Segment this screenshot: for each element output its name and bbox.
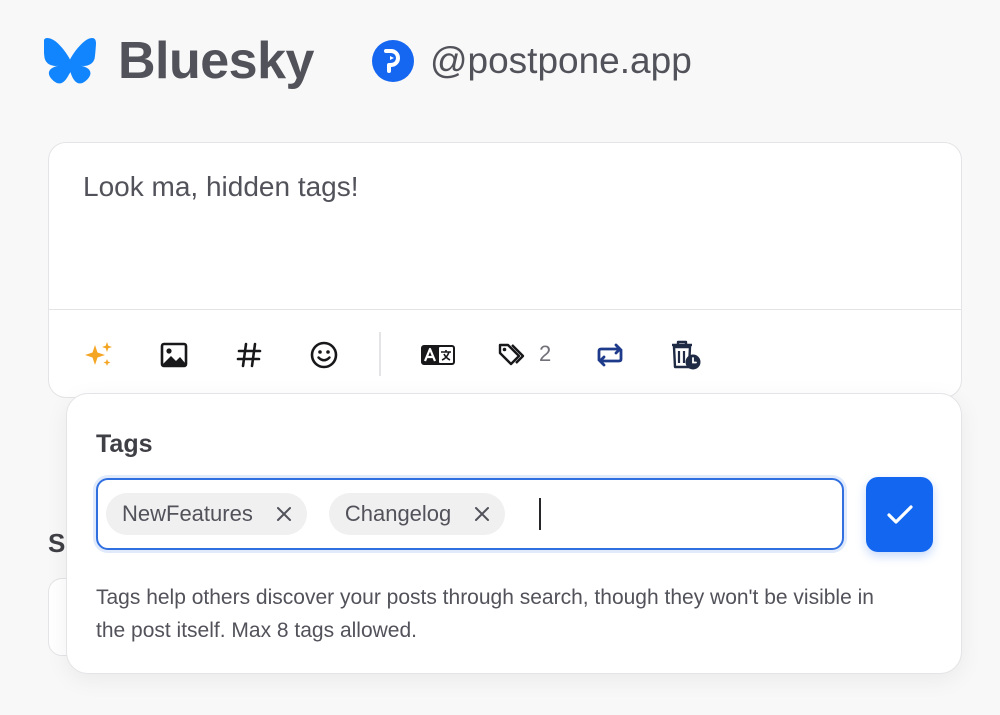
tag-chip: Changelog bbox=[328, 493, 506, 535]
composer-toolbar: 2 bbox=[49, 310, 961, 398]
emoji-icon[interactable] bbox=[307, 338, 341, 372]
translate-icon[interactable] bbox=[419, 338, 457, 372]
header: Bluesky @postpone.app bbox=[44, 30, 692, 92]
repost-icon[interactable] bbox=[593, 338, 627, 372]
postpone-logo-icon bbox=[371, 40, 414, 82]
tags-input[interactable]: NewFeatures Changelog bbox=[96, 478, 844, 550]
auto-delete-icon[interactable] bbox=[668, 338, 702, 372]
hashtag-icon[interactable] bbox=[232, 338, 266, 372]
account-handle: @postpone.app bbox=[429, 40, 692, 81]
sparkles-icon[interactable] bbox=[82, 338, 116, 372]
tags-popover: Tags NewFeatures Changelog Tags help oth… bbox=[66, 393, 962, 674]
text-cursor bbox=[539, 498, 542, 530]
confirm-tags-button[interactable] bbox=[866, 477, 933, 552]
popover-title: Tags bbox=[96, 430, 153, 458]
tag-chip: NewFeatures bbox=[106, 493, 307, 535]
butterfly-icon bbox=[44, 38, 96, 84]
check-icon bbox=[886, 504, 913, 524]
post-text-area[interactable]: Look ma, hidden tags! bbox=[83, 171, 359, 203]
tags-help-text: Tags help others discover your posts thr… bbox=[96, 586, 874, 642]
image-icon[interactable] bbox=[157, 338, 191, 372]
toolbar-separator bbox=[379, 332, 381, 376]
tags-icon[interactable] bbox=[495, 338, 529, 372]
tag-count-badge: 2 bbox=[539, 341, 552, 366]
tag-chip-label: Changelog bbox=[344, 501, 452, 526]
brand-name: Bluesky bbox=[118, 32, 314, 90]
section-heading: S bbox=[48, 528, 66, 558]
tag-chip-label: NewFeatures bbox=[122, 501, 253, 526]
close-icon[interactable] bbox=[275, 505, 293, 523]
post-composer: Look ma, hidden tags! 2 bbox=[48, 142, 962, 398]
close-icon[interactable] bbox=[473, 505, 491, 523]
